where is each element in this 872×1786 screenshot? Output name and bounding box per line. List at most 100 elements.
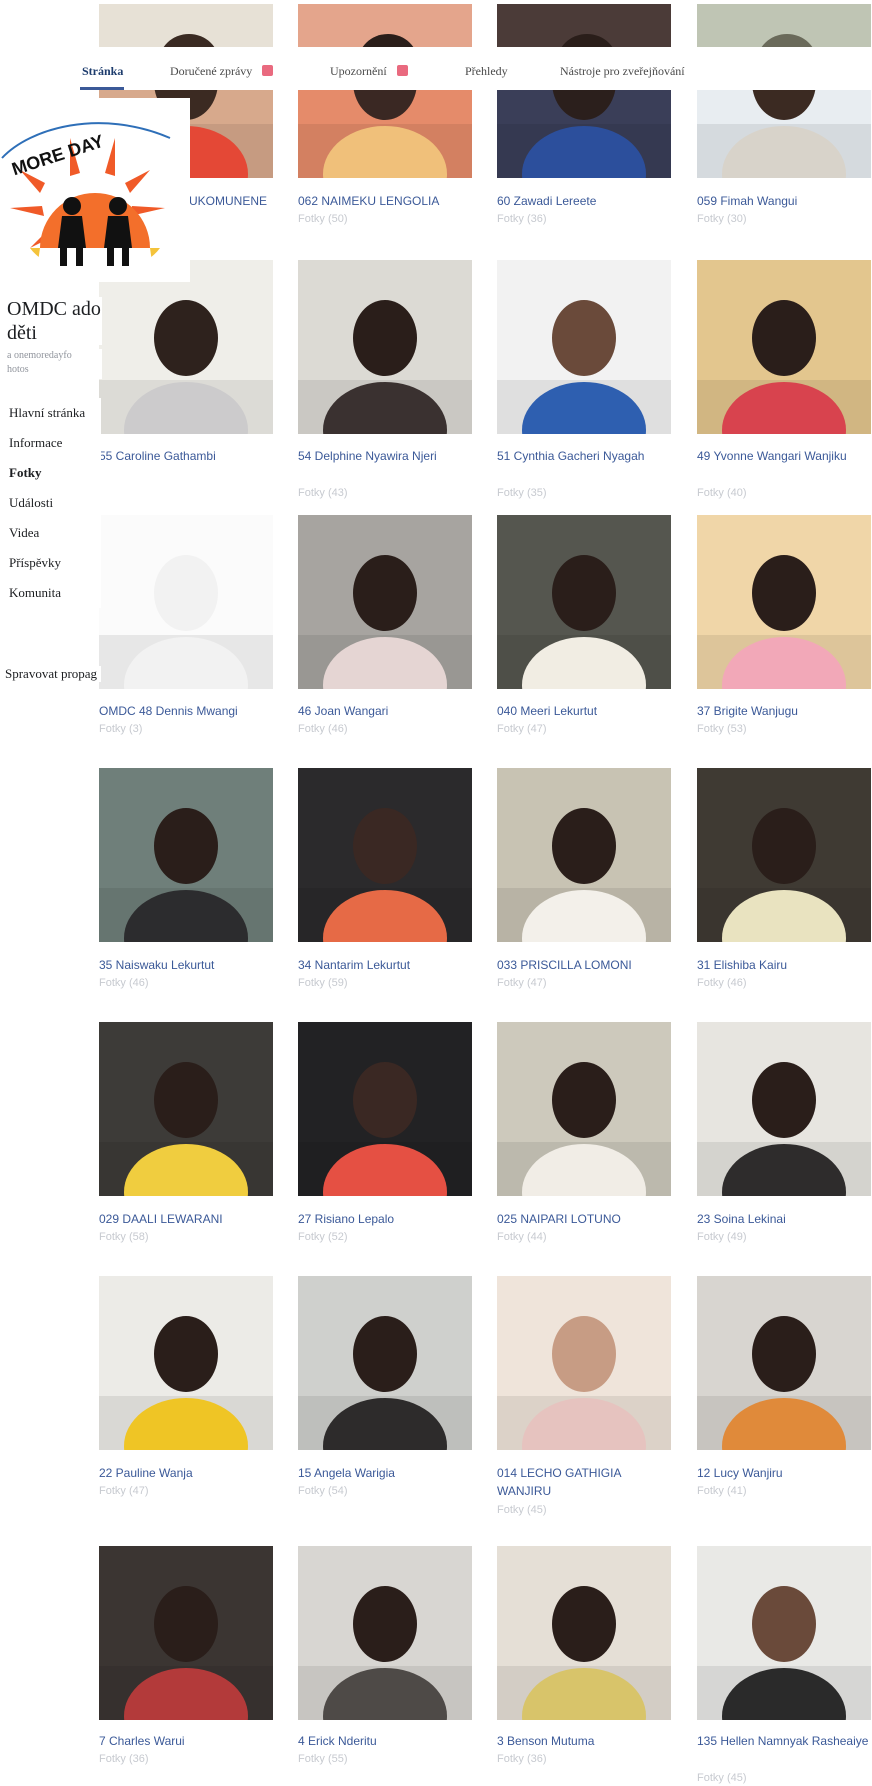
tab-insights[interactable]: Přehledy [465, 64, 508, 79]
album-title[interactable]: 51 Cynthia Gacheri Nyagah [497, 447, 677, 465]
album-cover-photo[interactable] [497, 90, 671, 178]
tab-notifications-label: Upozornění [330, 64, 387, 78]
album-photo-count: Fotky (53) [697, 723, 747, 735]
album-title[interactable]: 029 DAALI LEWARANI [99, 1210, 279, 1228]
nav-about[interactable]: Informace [9, 428, 101, 458]
album-cover-photo[interactable] [497, 1022, 671, 1196]
album-cover-photo[interactable] [298, 260, 472, 434]
album-title[interactable]: 46 Joan Wangari [298, 702, 478, 720]
album-cover-photo[interactable] [298, 1276, 472, 1450]
tab-publishing-tools[interactable]: Nástroje pro zveřejňování [560, 64, 685, 79]
tab-notifications[interactable]: Upozornění [330, 64, 408, 79]
album-title[interactable]: 15 Angela Warigia [298, 1464, 478, 1482]
album-cover-photo[interactable] [298, 515, 472, 689]
tab-notifications-badge [396, 65, 408, 76]
nav-videos[interactable]: Videa [9, 518, 101, 548]
album-photo-count: Fotky (49) [697, 1231, 747, 1243]
album-title[interactable]: 31 Elishiba Kairu [697, 956, 872, 974]
album-cover-photo[interactable] [497, 515, 671, 689]
album-cover-photo[interactable] [697, 1022, 871, 1196]
album-cover-photo[interactable] [497, 1546, 671, 1720]
tab-inbox-label: Doručené zprávy [170, 64, 253, 78]
album-photo-count: Fotky (46) [298, 723, 348, 735]
album-title[interactable]: 040 Meeri Lekurtut [497, 702, 677, 720]
page-logo[interactable]: MORE DAY [0, 98, 190, 282]
page-title-line2[interactable]: děti [7, 321, 102, 345]
album-cover-photo[interactable] [99, 1022, 273, 1196]
page-admin-tabbar: Stránka Doručené zprávy Upozornění Přehl… [0, 56, 872, 86]
album-photo-count: Fotky (52) [298, 1231, 348, 1243]
album-cover-photo[interactable] [697, 768, 871, 942]
album-photo-count: Fotky (30) [697, 213, 747, 225]
album-photo-count: Fotky (45) [697, 1772, 747, 1784]
album-photo-count: Fotky (46) [99, 977, 149, 989]
album-photo-count: Fotky (59) [298, 977, 348, 989]
album-photo-count: Fotky (36) [497, 1753, 547, 1765]
album-title[interactable]: 37 Brigite Wanjugu [697, 702, 872, 720]
album-cover-photo[interactable] [497, 260, 671, 434]
album-title[interactable]: 54 Delphine Nyawira Njeri [298, 447, 478, 465]
album-cover-photo[interactable] [99, 515, 273, 689]
album-cover-photo[interactable] [99, 768, 273, 942]
album-cover-photo[interactable] [99, 1276, 273, 1450]
album-cover-photo[interactable] [99, 1546, 273, 1720]
page-title[interactable]: OMDC ado [7, 297, 102, 321]
album-photo-count: Fotky (35) [497, 487, 547, 499]
album-title[interactable]: 7 Charles Warui [99, 1732, 279, 1750]
album-cover-photo[interactable] [697, 1546, 871, 1720]
promote-button[interactable]: Propagovat [7, 630, 92, 655]
nav-home[interactable]: Hlavní stránka [9, 398, 101, 428]
album-cover-photo[interactable] [99, 260, 273, 434]
album-cover-photo[interactable] [298, 90, 472, 178]
manage-promotions-link[interactable]: Spravovat propag [5, 666, 101, 682]
album-title[interactable]: 4 Erick Nderitu [298, 1732, 478, 1750]
album-title[interactable]: 35 Naiswaku Lekurtut [99, 956, 279, 974]
album-title[interactable]: 22 Pauline Wanja [99, 1464, 279, 1482]
album-title[interactable]: 033 PRISCILLA LOMONI [497, 956, 677, 974]
album-cover-photo[interactable] [298, 1022, 472, 1196]
album-photo-count: Fotky (47) [497, 977, 547, 989]
album-photo-count: Fotky (54) [298, 1485, 348, 1497]
album-title[interactable]: 55 Caroline Gathambi [99, 447, 279, 465]
album-photo-count: Fotky (43) [298, 487, 348, 499]
tab-inbox[interactable]: Doručené zprávy [170, 64, 274, 79]
album-cover-photo[interactable] [497, 768, 671, 942]
album-title[interactable]: 135 Hellen Namnyak Rasheaiye [697, 1732, 872, 1750]
album-title[interactable]: 062 NAIMEKU LENGOLIA [298, 192, 478, 210]
album-photo-count: Fotky (46) [697, 977, 747, 989]
album-title[interactable]: 3 Benson Mutuma [497, 1732, 677, 1750]
album-title[interactable]: 059 Fimah Wangui [697, 192, 872, 210]
album-title[interactable]: 27 Risiano Lepalo [298, 1210, 478, 1228]
album-title[interactable]: 025 NAIPARI LOTUNO [497, 1210, 677, 1228]
nav-events[interactable]: Události [9, 488, 101, 518]
album-title[interactable]: 014 LECHO GATHIGIA WANJIRU [497, 1464, 677, 1500]
album-title[interactable]: 60 Zawadi Lereete [497, 192, 677, 210]
album-photo-count: Fotky (36) [497, 213, 547, 225]
album-cover-photo[interactable] [697, 260, 871, 434]
album-title[interactable]: OMDC 48 Dennis Mwangi [99, 702, 279, 720]
album-photo-count: Fotky (44) [497, 1231, 547, 1243]
album-cover-photo[interactable] [697, 90, 871, 178]
album-cover-photo[interactable] [298, 1546, 472, 1720]
nav-community[interactable]: Komunita [9, 578, 101, 608]
album-photo-count: Fotky (47) [99, 1485, 149, 1497]
page-nav: Hlavní stránka Informace Fotky Události … [9, 398, 101, 608]
nav-photos[interactable]: Fotky [9, 458, 101, 488]
album-photo-count: Fotky (45) [497, 1504, 547, 1516]
album-title[interactable]: 34 Nantarim Lekurtut [298, 956, 478, 974]
album-cover-photo[interactable] [298, 768, 472, 942]
page-username: a onemoredayfo hotos [7, 349, 102, 379]
album-photo-count: Fotky (50) [298, 213, 348, 225]
tab-page[interactable]: Stránka [82, 64, 123, 79]
album-title[interactable]: 23 Soina Lekinai [697, 1210, 872, 1228]
album-title[interactable]: 49 Yvonne Wangari Wanjiku [697, 447, 872, 465]
album-photo-count: Fotky (55) [298, 1753, 348, 1765]
album-title[interactable]: 12 Lucy Wanjiru [697, 1464, 872, 1482]
album-photo-count: Fotky (41) [697, 1485, 747, 1497]
album-photo-count: Fotky (36) [99, 1753, 149, 1765]
active-tab-indicator [80, 87, 124, 90]
album-cover-photo[interactable] [497, 1276, 671, 1450]
nav-posts[interactable]: Příspěvky [9, 548, 101, 578]
album-cover-photo[interactable] [697, 1276, 871, 1450]
album-cover-photo[interactable] [697, 515, 871, 689]
